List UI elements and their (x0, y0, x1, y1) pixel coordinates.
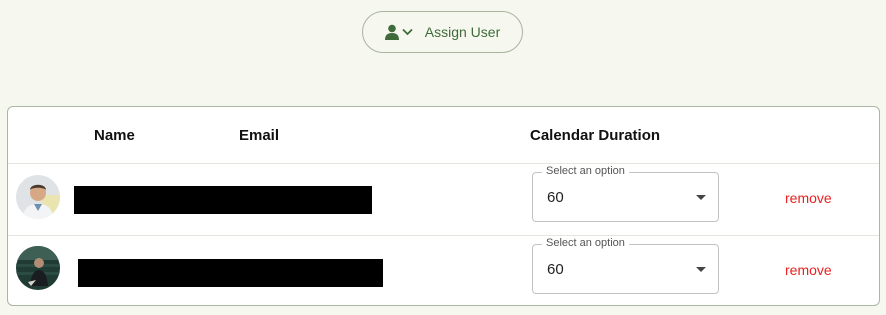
redacted-user-info (78, 259, 383, 287)
avatar (16, 175, 60, 219)
dropdown-arrow-icon (696, 267, 706, 272)
duration-select-label: Select an option (542, 165, 629, 177)
duration-select[interactable]: Select an option 60 (532, 237, 719, 294)
duration-select-value: 60 (547, 261, 564, 278)
column-header-calendar-duration: Calendar Duration (530, 127, 661, 144)
row-divider (8, 163, 879, 164)
column-header-email: Email (239, 127, 280, 144)
duration-select-value: 60 (547, 189, 564, 206)
assign-user-button[interactable]: Assign User (362, 11, 523, 53)
dropdown-arrow-icon (696, 195, 706, 200)
remove-button[interactable]: remove (785, 190, 832, 206)
chevron-down-icon (402, 28, 413, 36)
duration-select[interactable]: Select an option 60 (532, 165, 719, 222)
duration-select-label: Select an option (542, 237, 629, 249)
column-header-name: Name (94, 127, 135, 144)
avatar (16, 246, 60, 290)
assign-icons (384, 24, 413, 40)
user-icon (384, 24, 399, 40)
redacted-user-info (74, 186, 372, 214)
assigned-users-table: Name Email Calendar Duration Select an o… (7, 106, 880, 306)
row-divider (8, 235, 879, 236)
assign-user-label: Assign User (424, 24, 501, 40)
remove-button[interactable]: remove (785, 262, 832, 278)
